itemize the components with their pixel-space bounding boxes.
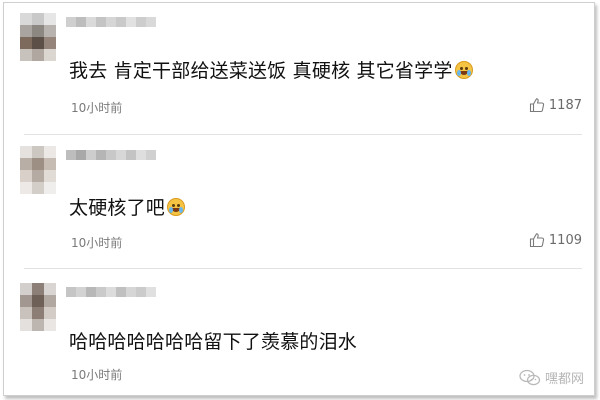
watermark-text: 嘿都网 — [544, 372, 584, 387]
divider — [24, 268, 582, 269]
comment-item: 哈哈哈哈哈哈哈留下了羡慕的泪水 10小时前 — [4, 271, 594, 397]
like-button[interactable]: 1187 — [529, 97, 582, 113]
comment-list: 我去 肯定干部给送菜送饭 真硬核 其它省学学 10小时前 1187 太硬核了吧 — [3, 2, 595, 396]
avatar[interactable] — [20, 146, 56, 194]
thumbs-up-icon — [529, 98, 545, 113]
laughing-emoji — [167, 198, 186, 216]
watermark: 嘿都网 — [519, 368, 584, 387]
avatar[interactable] — [20, 283, 56, 331]
avatar[interactable] — [20, 13, 56, 61]
comment-time: 10小时前 — [71, 101, 123, 115]
username-blurred[interactable] — [66, 17, 166, 27]
like-count: 1187 — [548, 97, 582, 113]
like-button[interactable]: 1109 — [529, 232, 582, 248]
like-count: 1109 — [548, 232, 582, 248]
crying-laughing-emoji — [454, 61, 473, 79]
username-blurred[interactable] — [66, 287, 166, 297]
comment-text: 太硬核了吧 — [69, 193, 186, 220]
thumbs-up-icon — [529, 233, 545, 248]
comment-item: 我去 肯定干部给送菜送饭 真硬核 其它省学学 10小时前 1187 — [4, 3, 594, 131]
comment-text: 我去 肯定干部给送菜送饭 真硬核 其它省学学 — [69, 56, 473, 83]
divider — [24, 134, 582, 135]
comment-time: 10小时前 — [71, 368, 123, 382]
comment-item: 太硬核了吧 10小时前 1109 — [4, 136, 594, 266]
username-blurred[interactable] — [66, 150, 166, 160]
comment-text: 哈哈哈哈哈哈哈留下了羡慕的泪水 — [69, 331, 358, 353]
comment-time: 10小时前 — [71, 236, 123, 250]
wechat-logo-icon — [519, 369, 541, 385]
